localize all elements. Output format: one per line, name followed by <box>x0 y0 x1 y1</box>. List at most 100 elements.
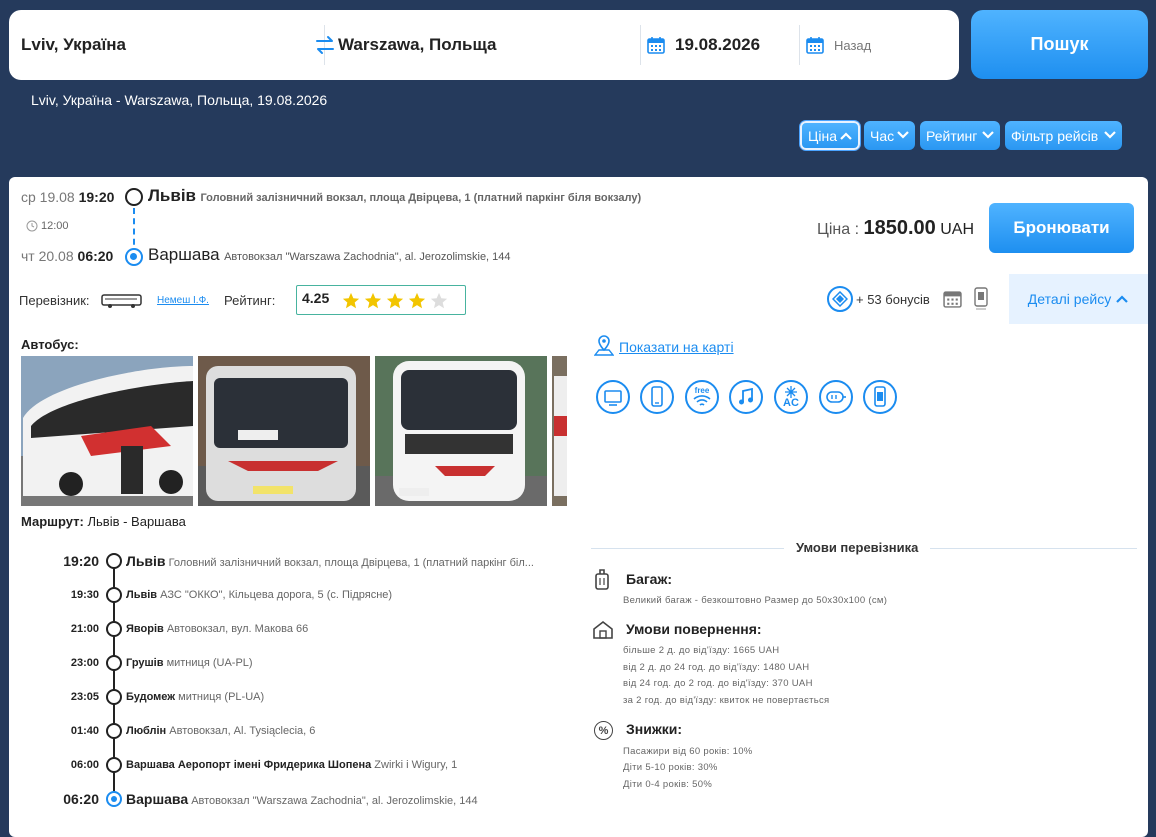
arrival-time: 06:20 <box>77 248 114 264</box>
ac-icon: AC <box>774 380 808 414</box>
refund-line: за 2 год. до від'їзду: квиток не поверта… <box>623 695 830 706</box>
star-icon <box>386 292 404 309</box>
ticket-icon <box>863 380 897 414</box>
from-value: Lviv, Україна <box>21 35 126 54</box>
route-summary: Маршрут: Львів - Варшава <box>21 514 186 529</box>
conditions-title: Умови перевізника <box>784 540 931 555</box>
date-field[interactable]: 19.08.2026 <box>647 10 797 80</box>
show-map-link[interactable]: Показати на карті <box>619 339 734 355</box>
chevron-down-icon <box>1104 131 1116 139</box>
route-stop-time: 19:20 <box>63 553 99 569</box>
route-stop-marker <box>106 587 122 603</box>
route-stop-address: Автовокзал "Warszawa Zachodnia", al. Jer… <box>191 795 478 807</box>
sort-rating-button[interactable]: Рейтинг <box>920 121 1000 150</box>
filter-button[interactable]: Фільтр рейсів <box>1005 121 1122 150</box>
refund-line: від 2 д. до 24 год. до від'їзду: 1480 UA… <box>623 662 810 673</box>
date-value: 19.08.2026 <box>675 35 761 54</box>
bus-photo[interactable] <box>21 356 193 506</box>
chevron-down-icon <box>982 131 994 139</box>
route-stop-address: митниця (UA-PL) <box>166 657 253 669</box>
arrival-stop: Варшава Автовокзал "Warszawa Zachodnia",… <box>148 245 511 265</box>
route-stop-city: Львів <box>126 589 158 601</box>
discount-line: Діти 5-10 років: 30% <box>623 762 718 773</box>
discount-line: Діти 0-4 років: 50% <box>623 779 713 790</box>
return-date-field[interactable]: Назад <box>806 10 946 80</box>
bonus-icon <box>827 286 853 312</box>
route-stop-city: Львів <box>126 553 166 569</box>
sort-rating-label: Рейтинг <box>926 127 978 144</box>
e-ticket-icon <box>974 287 988 310</box>
route-stop: Яворів Автовокзал, вул. Макова 66 <box>126 623 308 635</box>
route-stop-marker <box>106 791 122 807</box>
carrier-link[interactable]: Немеш І.Ф. <box>157 295 209 306</box>
baggage-text: Великий багаж - безкоштовно Размер до 50… <box>623 595 888 606</box>
carrier-label: Перевізник: <box>19 293 90 308</box>
arrival-marker <box>125 248 143 266</box>
duration-value: 12:00 <box>41 220 69 232</box>
rating-label: Рейтинг: <box>224 293 276 308</box>
rating-box: 4.25 <box>296 285 466 315</box>
discount-title: Знижки: <box>626 721 683 737</box>
swap-icon[interactable] <box>314 35 336 55</box>
route-stop-address: Автовокзал, Al. Tysiąclecia, 6 <box>169 725 316 737</box>
departure-city: Львів <box>148 186 197 205</box>
bus-photo[interactable] <box>375 356 547 506</box>
to-field[interactable]: Warszawa, Польща <box>338 10 638 80</box>
arrival-city: Варшава <box>148 245 220 264</box>
from-field[interactable]: Lviv, Україна <box>21 10 321 80</box>
bus-photo[interactable] <box>198 356 370 506</box>
details-label: Деталі рейсу <box>1027 291 1112 307</box>
sort-price-label: Ціна <box>808 127 837 144</box>
bus-photo[interactable] <box>552 356 567 506</box>
route-stop-address: Автовокзал, вул. Макова 66 <box>166 623 309 635</box>
trip-card: ср 19.08 19:20 Львів Головний залізнични… <box>9 177 1148 837</box>
clock-icon <box>26 220 38 232</box>
arrival-day: чт 20.08 <box>21 248 74 264</box>
departure-day: ср 19.08 <box>21 189 75 205</box>
sort-time-button[interactable]: Час <box>864 121 915 150</box>
chevron-down-icon <box>897 131 909 139</box>
departure-time: 19:20 <box>78 189 115 205</box>
route-stop-marker <box>106 723 122 739</box>
star-empty-icon <box>430 292 448 309</box>
route-stop: Львів АЗС "ОККО", Кільцева дорога, 5 (с.… <box>126 589 392 601</box>
refund-line: більше 2 д. до від'їзду: 1665 UAH <box>623 645 780 656</box>
route-stop-time: 19:30 <box>70 589 99 601</box>
refund-line: від 24 год. до 2 год. до від'їзду: 370 U… <box>623 678 813 689</box>
socket-icon <box>819 380 853 414</box>
calendar-icon <box>943 291 962 308</box>
route-stop-time: 06:20 <box>63 791 99 807</box>
route-stop: Варшава Автовокзал "Warszawa Zachodnia",… <box>126 791 478 807</box>
music-icon <box>729 380 763 414</box>
to-value: Warszawa, Польща <box>338 35 497 54</box>
route-stop-address: Zwirki i Wigury, 1 <box>374 759 458 771</box>
route-stop-marker <box>106 621 122 637</box>
route-stop: Люблін Автовокзал, Al. Tysiąclecia, 6 <box>126 725 315 737</box>
route-stop-city: Варшава Аеропорт імені Фридерика Шопена <box>126 759 372 771</box>
route-stop-marker <box>106 757 122 773</box>
divider <box>640 25 641 65</box>
sort-price-button[interactable]: Ціна <box>800 121 860 150</box>
arrival-datetime: чт 20.08 06:20 <box>21 248 113 264</box>
details-button[interactable]: Деталі рейсу <box>1009 274 1148 324</box>
phone-icon <box>640 380 674 414</box>
wifi-icon: free <box>685 380 719 414</box>
search-button[interactable]: Пошук <box>971 10 1148 79</box>
book-button[interactable]: Бронювати <box>989 203 1134 253</box>
rating-value: 4.25 <box>302 290 330 306</box>
map-pin-icon <box>594 335 614 356</box>
route-stop-address: Головний залізничний вокзал, площа Двірц… <box>168 557 534 569</box>
route-stop-city: Будомеж <box>126 691 176 703</box>
price: Ціна : 1850.00 UAH <box>817 217 974 240</box>
sort-time-label: Час <box>870 127 895 144</box>
star-icon <box>342 292 360 309</box>
price-value: 1850.00 <box>863 217 936 239</box>
arrival-address: Автовокзал "Warszawa Zachodnia", al. Jer… <box>224 251 511 263</box>
route-stop-time: 01:40 <box>70 725 99 737</box>
departure-address: Головний залізничний вокзал, площа Двірц… <box>200 192 642 204</box>
route-value: Львів - Варшава <box>87 514 186 529</box>
route-stop-city: Варшава <box>126 791 189 807</box>
bus-icon <box>101 294 142 308</box>
route-stop-address: митниця (PL-UA) <box>178 691 265 703</box>
calendar-icon <box>647 37 665 54</box>
